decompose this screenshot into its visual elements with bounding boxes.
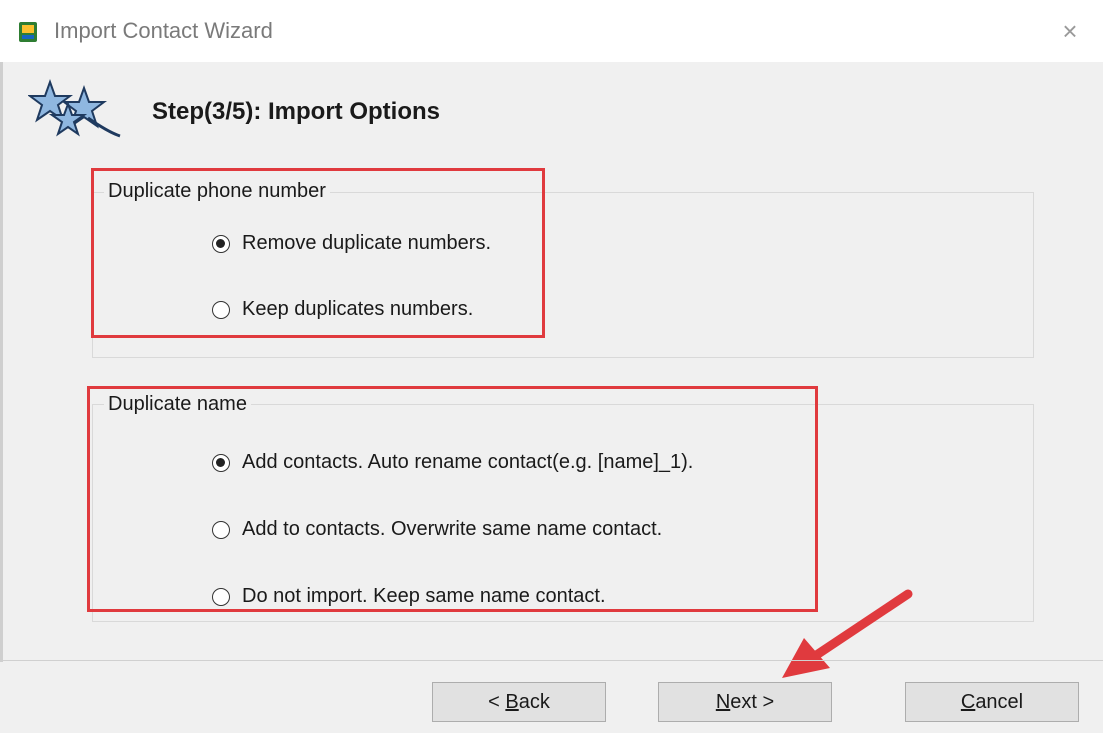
footer-separator (3, 660, 1103, 661)
cancel-mnemonic: C (960, 691, 976, 713)
highlight-box-name (87, 386, 818, 612)
next-button[interactable]: Next > (658, 682, 832, 722)
wizard-stars-icon (28, 79, 121, 138)
next-mnemonic: N (715, 691, 731, 713)
back-button[interactable]: < Back (432, 682, 606, 722)
cancel-rest: ancel (975, 691, 1024, 713)
back-mnemonic: B (505, 691, 519, 713)
close-button[interactable]: × (1053, 14, 1087, 48)
app-icon (19, 22, 37, 42)
cancel-button[interactable]: Cancel (905, 682, 1079, 722)
wizard-header: Step(3/5): Import Options (0, 62, 1103, 162)
back-rest: ack (518, 691, 550, 713)
highlight-box-phone (91, 168, 545, 338)
title-bar: Import Contact Wizard × (0, 0, 1103, 62)
step-title: Step(3/5): Import Options (152, 98, 440, 125)
next-rest: ext > (730, 691, 775, 713)
window-title: Import Contact Wizard (54, 18, 273, 43)
back-prefix: < (488, 691, 506, 713)
annotation-arrow-icon (782, 589, 913, 678)
